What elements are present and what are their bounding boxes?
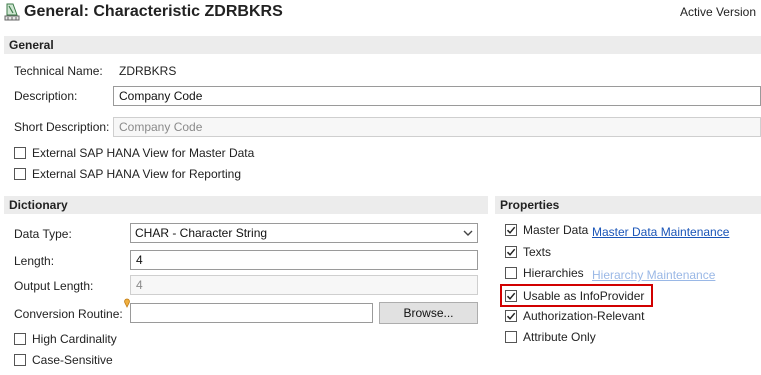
high-cardinality-checkbox[interactable] bbox=[14, 333, 26, 345]
length-field[interactable]: 4 bbox=[130, 250, 478, 270]
data-type-label: Data Type: bbox=[14, 227, 72, 241]
hierarchies-checkbox[interactable] bbox=[505, 267, 517, 279]
output-length-label: Output Length: bbox=[14, 279, 94, 293]
description-field[interactable]: Company Code bbox=[113, 86, 761, 106]
checkmark-icon bbox=[506, 248, 516, 256]
texts-label: Texts bbox=[523, 245, 552, 259]
authorization-relevant-label: Authorization-Relevant bbox=[523, 309, 645, 323]
output-length-field: 4 bbox=[130, 275, 478, 295]
technical-name-value: ZDRBKRS bbox=[119, 64, 177, 78]
short-description-label: Short Description: bbox=[14, 120, 110, 134]
highlight-box bbox=[500, 284, 653, 307]
page-title: General: Characteristic ZDRBKRS bbox=[24, 3, 283, 20]
version-status: Active Version bbox=[679, 5, 756, 19]
data-type-select[interactable]: CHAR - Character String bbox=[130, 223, 478, 243]
master-data-maintenance-link[interactable]: Master Data Maintenance bbox=[592, 225, 729, 239]
attribute-only-label: Attribute Only bbox=[523, 330, 596, 344]
texts-checkbox[interactable] bbox=[505, 246, 517, 258]
conversion-routine-label: Conversion Routine: bbox=[14, 307, 123, 321]
length-label: Length: bbox=[14, 254, 55, 268]
case-sensitive-checkbox[interactable] bbox=[14, 354, 26, 366]
properties-section-header: Properties bbox=[495, 196, 761, 214]
description-label: Description: bbox=[14, 89, 78, 103]
hana-reporting-checkbox[interactable] bbox=[14, 168, 26, 180]
hierarchies-label: Hierarchies bbox=[523, 266, 584, 280]
chevron-down-icon bbox=[463, 230, 473, 236]
checkmark-icon bbox=[506, 226, 516, 234]
dictionary-section-header: Dictionary bbox=[4, 196, 488, 214]
general-section-header: General bbox=[4, 36, 761, 54]
hana-master-data-label: External SAP HANA View for Master Data bbox=[32, 146, 255, 160]
conversion-routine-field[interactable] bbox=[130, 303, 373, 323]
master-data-checkbox[interactable] bbox=[505, 224, 517, 236]
technical-name-label: Technical Name: bbox=[14, 64, 103, 78]
high-cardinality-label: High Cardinality bbox=[32, 332, 117, 346]
short-description-field: Company Code bbox=[113, 117, 761, 137]
checkmark-icon bbox=[506, 312, 516, 320]
browse-button[interactable]: Browse... bbox=[379, 302, 478, 324]
master-data-label: Master Data bbox=[523, 223, 589, 237]
attribute-only-checkbox[interactable] bbox=[505, 331, 517, 343]
characteristic-icon bbox=[4, 3, 20, 21]
data-type-value: CHAR - Character String bbox=[135, 226, 268, 240]
case-sensitive-label: Case-Sensitive bbox=[32, 353, 113, 367]
authorization-relevant-checkbox[interactable] bbox=[505, 310, 517, 322]
hana-reporting-label: External SAP HANA View for Reporting bbox=[32, 167, 241, 181]
hana-master-data-checkbox[interactable] bbox=[14, 147, 26, 159]
hierarchies-maintenance-link: Hierarchy Maintenance bbox=[592, 268, 716, 282]
